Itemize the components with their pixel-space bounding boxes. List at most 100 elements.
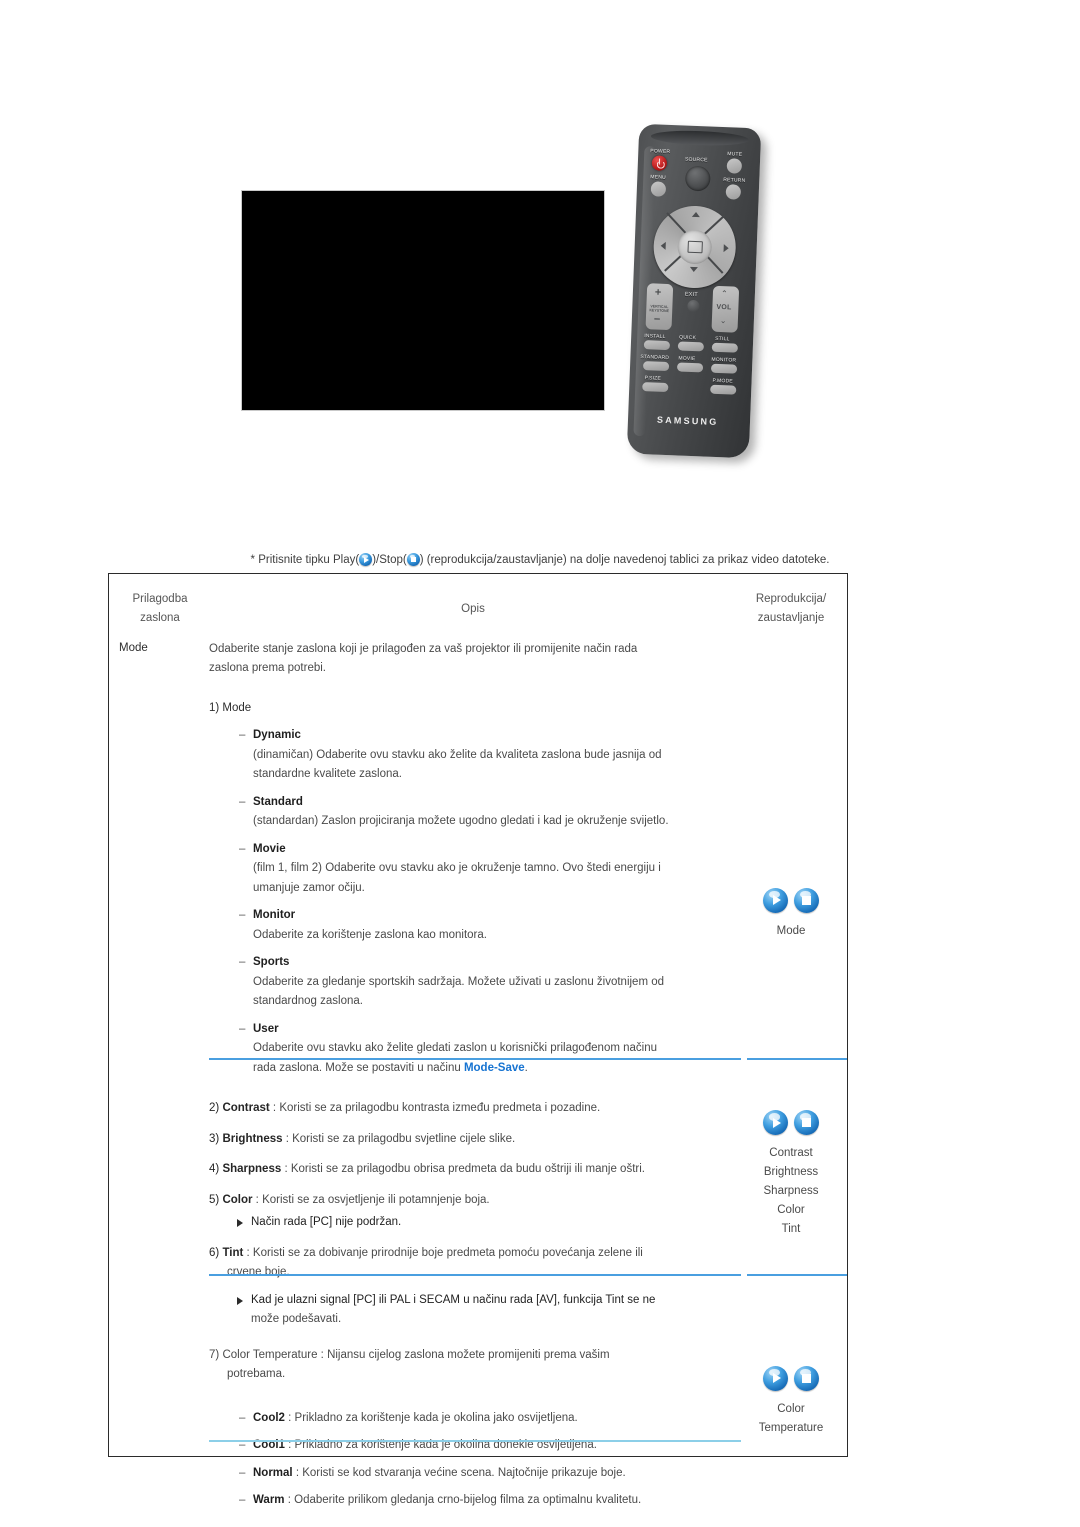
entry-sharpness-term: Sharpness — [222, 1163, 282, 1176]
play-icon[interactable] — [763, 1110, 788, 1136]
remote-label-mute: MUTE — [727, 151, 743, 158]
picture-mode-button[interactable] — [710, 384, 737, 395]
table-section-mode: Mode Odaberite stanje zaslona koji je pr… — [109, 628, 847, 1079]
colortemp-option-normal-term: Normal — [253, 1466, 293, 1479]
standard-button[interactable] — [642, 361, 670, 372]
movie-button[interactable] — [676, 362, 704, 373]
colortemp-option-cool2-text: Prikladno za korištenje kada je okolina … — [294, 1411, 578, 1424]
remote-label-return: RETURN — [723, 177, 746, 184]
media-area: POWER SOURCE MUTE MENU RETURN + VERTICAL… — [0, 0, 1080, 520]
mode-item-user-line1: Odaberite ovu stavku ako želite gledati … — [253, 1042, 658, 1055]
section-colortemp-label — [109, 1346, 209, 1511]
entry-brightness: 3) Brightness : Koristi se za prilagodbu… — [209, 1130, 723, 1150]
mode-item-monitor: – Monitor — [209, 906, 723, 926]
mode-item-sports: – Sports — [209, 953, 723, 973]
section-colortemp-description: 7) Color Temperature : Nijansu cijelog z… — [209, 1346, 735, 1511]
dash-icon: – — [239, 1022, 246, 1035]
mode-item-movie-line1: (film 1, film 2) Odaberite ovu stavku ak… — [253, 862, 661, 875]
section-mode-playstop: Mode — [735, 640, 847, 1079]
note-tint-restriction-line2: može podešavati. — [251, 1313, 342, 1326]
menu-icon[interactable] — [650, 181, 667, 197]
play-icon[interactable] — [763, 1365, 788, 1391]
mode-item-movie: – Movie — [209, 840, 723, 860]
colortemp-option-cool2-term: Cool2 — [253, 1411, 285, 1424]
section-colortemp-playstop: Color Temperature — [735, 1346, 847, 1511]
entry-sharpness: 4) Sharpness : Koristi se za prilagodbu … — [209, 1160, 723, 1180]
mode-item-sports-line1: Odaberite za gledanje sportskih sadržaja… — [253, 975, 665, 988]
remote-label-standard: STANDARD — [640, 353, 670, 362]
samsung-logo: SAMSUNG — [656, 414, 719, 428]
playstop-buttons-mode — [735, 887, 847, 918]
entry-color-text: Koristi se za osvjetljenje ili potamnjen… — [262, 1193, 490, 1206]
mode-intro-line1: Odaberite stanje zaslona koji je prilago… — [209, 642, 638, 655]
power-icon[interactable] — [651, 155, 668, 171]
stop-icon[interactable] — [794, 1110, 819, 1136]
entry-contrast: 2) Contrast : Koristi se za prilagodbu k… — [209, 1099, 723, 1119]
play-stop-caption: * Pritisnite tipku Play()/Stop() (reprod… — [0, 553, 1080, 569]
still-button[interactable] — [711, 342, 739, 353]
mode-heading: 1) Mode — [209, 701, 252, 714]
stop-icon[interactable] — [794, 887, 819, 913]
quick-button[interactable] — [677, 341, 705, 352]
mode-item-dynamic-line2: standardne kvalitete zaslona. — [253, 768, 402, 781]
colortemp-option-normal: – Normal : Koristi se kod stvaranja većin… — [209, 1464, 723, 1484]
note-tint-restriction: Kad je ulazni signal [PC] ili PAL i SECA… — [209, 1291, 723, 1311]
playstop-caption-brightness: Brightness — [763, 1166, 819, 1179]
source-button[interactable] — [684, 165, 711, 192]
entry-color-num: 5) — [209, 1193, 220, 1206]
dash-icon: – — [239, 1466, 246, 1479]
remote-label-power: POWER — [650, 148, 671, 155]
dash-icon: – — [239, 1494, 246, 1507]
entry-color-term: Color — [222, 1193, 253, 1206]
volume-up-icon: ⌃ — [720, 289, 728, 299]
section-divider-2b — [747, 1274, 847, 1276]
play-icon[interactable] — [763, 887, 788, 913]
section-divider-bottom — [209, 1440, 741, 1442]
mode-item-standard: – Standard — [209, 793, 723, 813]
remote-label-p-mode: P.MODE — [712, 377, 733, 385]
mode-item-user-line2-text: rada zaslona. Može se postaviti u načinu — [253, 1061, 464, 1074]
remote-label-vol: VOL — [716, 303, 732, 312]
mode-save-link[interactable]: Mode-Save — [464, 1062, 525, 1074]
entry-tint-num: 6) — [209, 1246, 220, 1259]
playstop-buttons-colortemp — [735, 1365, 847, 1396]
colortemp-option-warm-text: Odaberite prilikom gledanja crno-bijelog… — [294, 1494, 642, 1507]
mode-item-sports-term: Sports — [253, 956, 290, 969]
playstop-caption-contrast: Contrast — [769, 1147, 813, 1160]
mode-item-monitor-term: Monitor — [253, 909, 296, 922]
volume-down-icon: ⌄ — [719, 316, 727, 326]
keystone-minus-icon: − — [653, 313, 661, 326]
dpad-up-icon[interactable] — [691, 211, 701, 218]
section-mode-label: Mode — [119, 641, 148, 654]
dpad-down-icon[interactable] — [689, 266, 698, 273]
keystone-plus-icon: + — [654, 286, 662, 299]
entry-contrast-num: 2) — [209, 1102, 220, 1115]
install-button[interactable] — [643, 340, 671, 351]
entry-brightness-sep: : — [282, 1132, 293, 1145]
playstop-caption-color: Color — [777, 1204, 805, 1217]
entry-color-temperature: 7) Color Temperature : Nijansu cijelog z… — [209, 1346, 723, 1366]
colortemp-option-normal-text: Koristi se kod stvaranja većine scena. N… — [302, 1466, 626, 1479]
entry-tint-sep: : — [243, 1246, 253, 1259]
video-preview-panel — [241, 190, 605, 411]
mode-item-movie-line2: umanjuje zamor očiju. — [253, 881, 365, 894]
monitor-button[interactable] — [710, 363, 738, 374]
mode-item-user-line2-end: . — [524, 1061, 528, 1074]
remote-label-vertical-keystone: VERTICAL KEYSTONE — [649, 304, 670, 314]
header-cell-playstop: Reprodukcija/ zaustavljanje — [735, 590, 847, 628]
dpad-left-icon[interactable] — [660, 241, 666, 250]
dpad-right-icon[interactable] — [723, 244, 729, 253]
colortemp-option-cool2-sep: : — [284, 1411, 295, 1424]
remote-label-monitor: MONITOR — [711, 356, 737, 364]
exit-button[interactable] — [687, 299, 700, 313]
stop-icon[interactable] — [794, 1365, 819, 1391]
picture-size-button[interactable] — [642, 382, 669, 393]
mute-icon[interactable] — [726, 158, 743, 174]
entry-tint-text-line1: Koristi se za dobivanje prirodnije boje … — [252, 1246, 643, 1259]
entry-contrast-term: Contrast — [222, 1102, 270, 1115]
dash-icon: – — [239, 956, 246, 969]
dash-icon: – — [239, 842, 246, 855]
return-icon[interactable] — [725, 184, 742, 200]
triangle-bullet-icon — [237, 1296, 243, 1305]
colortemp-option-warm-sep: : — [284, 1494, 295, 1507]
